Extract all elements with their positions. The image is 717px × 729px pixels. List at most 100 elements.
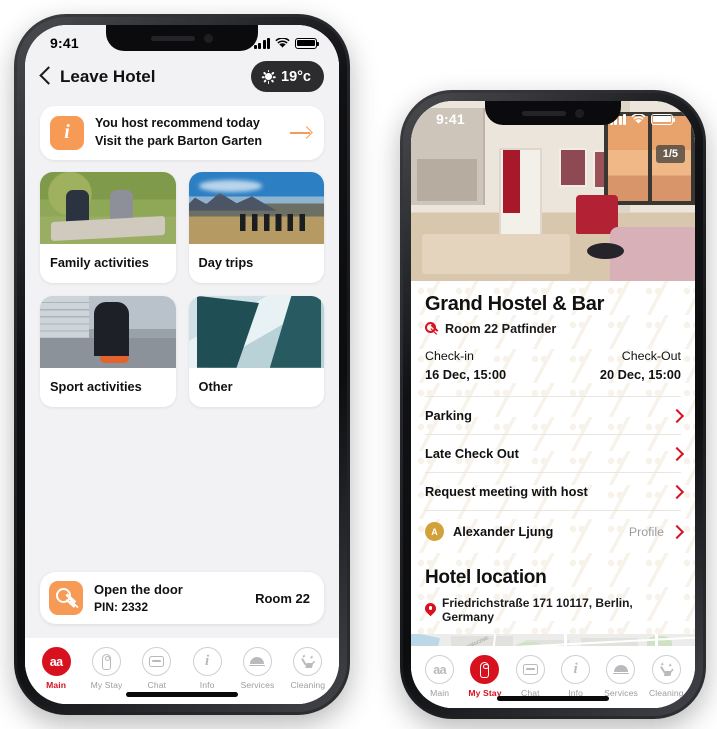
chevron-right-icon: [672, 408, 681, 423]
aa-logo-icon: aa: [425, 655, 455, 684]
tab-label: My Stay: [90, 680, 123, 690]
speaker-grill: [151, 35, 195, 41]
checkout-label: Check-Out: [621, 349, 681, 363]
door-card-title: Open the door: [94, 582, 183, 598]
open-door-card[interactable]: Open the door PIN: 2332 Room 22: [40, 572, 324, 624]
checkin-label: Check-in: [425, 349, 474, 363]
row-label: Request meeting with host: [425, 484, 588, 499]
chat-bubble-icon: [142, 647, 172, 676]
tab-label: Chat: [147, 680, 167, 690]
tab-cleaning[interactable]: ✦ ✦ ✦ Cleaning: [283, 647, 333, 690]
category-card-other[interactable]: Other: [188, 295, 324, 407]
door-card-pin: PIN: 2332: [94, 599, 149, 614]
tab-label: Main: [430, 688, 450, 698]
tab-chat[interactable]: Chat: [132, 647, 182, 690]
service-row-request-meeting[interactable]: Request meeting with host: [425, 472, 681, 510]
broom-sparkle-icon: ✦ ✦ ✦: [293, 647, 323, 676]
checkout-group: Check-Out 20 Dec, 15:00: [600, 349, 681, 382]
door-hanger-icon: [470, 655, 500, 684]
home-indicator[interactable]: [497, 696, 609, 701]
service-row-parking[interactable]: Parking: [425, 396, 681, 434]
wifi-icon: [631, 113, 646, 124]
mountain-hike-photo: [188, 171, 324, 244]
tab-label: Main: [46, 680, 67, 690]
wifi-icon: [275, 37, 290, 48]
tab-my-stay[interactable]: My Stay: [462, 655, 507, 698]
key-icon: [425, 322, 439, 336]
checkin-value: 16 Dec, 15:00: [425, 367, 507, 382]
glass-building-photo: [188, 295, 324, 368]
chat-bubble-icon: [515, 655, 545, 684]
category-label: Day trips: [198, 254, 254, 270]
tab-main[interactable]: aa Main: [31, 647, 81, 690]
door-hanger-icon: [91, 647, 121, 676]
room-service-dome-icon: [606, 655, 636, 684]
status-time: 9:41: [436, 111, 465, 127]
category-card-family[interactable]: Family activities: [40, 171, 176, 283]
map-pin-icon: [425, 603, 436, 617]
category-card-sport[interactable]: Sport activities: [40, 295, 176, 407]
host-recommendation-banner[interactable]: i You host recommend today Visit the par…: [40, 106, 324, 160]
front-camera: [575, 108, 584, 118]
tab-label: Info: [199, 680, 215, 690]
photo-counter-badge: 1/5: [655, 145, 685, 163]
sun-icon: [261, 69, 276, 84]
chevron-right-icon: [672, 524, 681, 539]
hotel-room-interior-photo[interactable]: 9:41 1/5: [411, 101, 695, 281]
key-icon: [49, 581, 83, 615]
room-service-dome-icon: [242, 647, 272, 676]
status-time: 9:41: [50, 35, 79, 51]
screenshot-stage: 9:41 Leave Hotel 19°c i You host recomme…: [0, 0, 717, 729]
chevron-right-icon: [672, 446, 681, 461]
category-label: Sport activities: [50, 378, 142, 394]
address-text: Friedrichstraße 171 10117, Berlin, Germa…: [442, 596, 633, 624]
banner-line-1: You host recommend today: [95, 116, 260, 130]
info-i-icon: i: [561, 655, 591, 684]
avatar: A: [425, 522, 444, 541]
weather-temperature: 19°c: [281, 68, 311, 85]
tab-my-stay[interactable]: My Stay: [81, 647, 131, 690]
host-name: Alexander Ljung: [453, 524, 554, 539]
tab-info[interactable]: i Info: [553, 655, 598, 698]
page-title: Leave Hotel: [60, 66, 156, 86]
checkout-value: 20 Dec, 15:00: [599, 367, 681, 382]
banner-line-2: Visit the park Barton Garten: [95, 133, 263, 148]
tab-label: Cleaning: [290, 680, 326, 690]
hotel-location-title: Hotel location: [425, 567, 547, 588]
info-i-icon: i: [192, 647, 222, 676]
host-row[interactable]: A Alexander Ljung Profile: [425, 510, 681, 552]
row-label: Parking: [425, 408, 472, 423]
picnic-photo: [40, 171, 176, 244]
tab-cleaning[interactable]: ✦ ✦ ✦ Cleaning: [644, 655, 689, 698]
weather-pill[interactable]: 19°c: [251, 61, 324, 92]
runner-photo: [40, 295, 176, 368]
battery-icon: [651, 113, 676, 125]
tab-main[interactable]: aa Main: [417, 655, 462, 698]
phone-device-stay: 9:41 1/5 Grand Hostel & Bar Room 22 Patf…: [400, 90, 706, 719]
category-label: Other: [198, 378, 233, 394]
phone-device-main: 9:41 Leave Hotel 19°c i You host recomme…: [14, 14, 350, 715]
room-label: Room 22 Patfinder: [445, 322, 557, 336]
phone-two-screen: 9:41 1/5 Grand Hostel & Bar Room 22 Patf…: [411, 101, 695, 708]
notch: [485, 101, 621, 125]
tab-chat[interactable]: Chat: [508, 655, 553, 698]
category-card-day-trips[interactable]: Day trips: [188, 171, 324, 283]
host-profile-label[interactable]: Profile: [629, 525, 664, 539]
my-stay-body: 9:41 1/5 Grand Hostel & Bar Room 22 Patf…: [411, 101, 695, 708]
aa-logo-icon: aa: [41, 647, 71, 676]
room-info: Room 22 Patfinder: [425, 322, 681, 336]
tab-services[interactable]: Services: [232, 647, 282, 690]
arrow-right-icon[interactable]: [290, 126, 312, 140]
service-row-late-checkout[interactable]: Late Check Out: [425, 434, 681, 472]
tab-label: Services: [604, 688, 638, 698]
chevron-left-icon[interactable]: [40, 67, 51, 86]
tab-label: Cleaning: [648, 688, 684, 698]
location-map[interactable]: WILMERSDORF Pestalozzistr. Martin-Luther…: [411, 634, 695, 646]
battery-icon: [295, 37, 320, 49]
chevron-right-icon: [672, 484, 681, 499]
home-indicator[interactable]: [126, 692, 238, 697]
tab-services[interactable]: Services: [598, 655, 643, 698]
broom-sparkle-icon: ✦ ✦ ✦: [651, 655, 681, 684]
door-card-room: Room 22: [255, 590, 310, 606]
tab-info[interactable]: i Info: [182, 647, 232, 690]
